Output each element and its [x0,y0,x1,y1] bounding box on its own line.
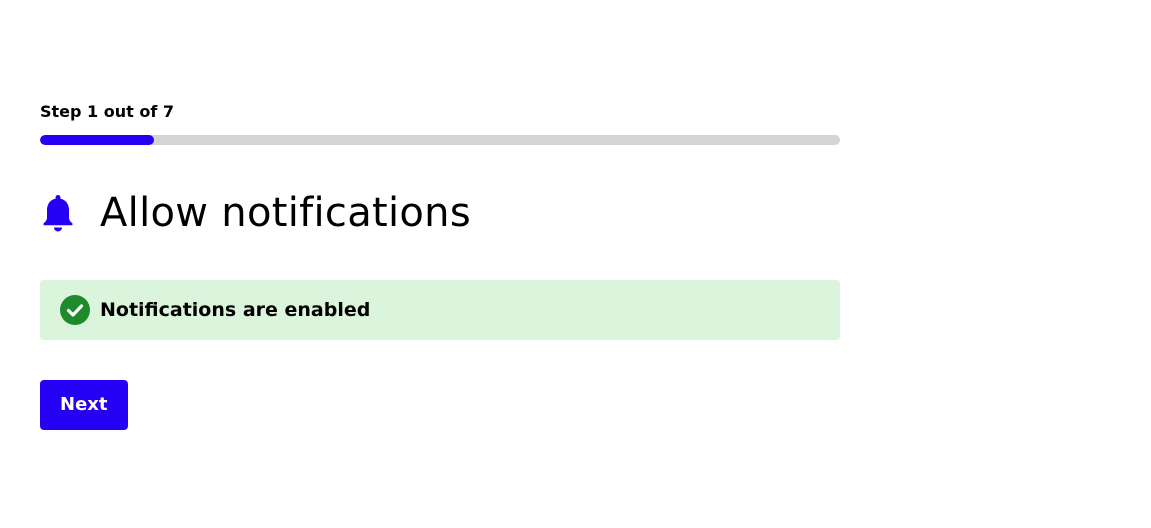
alert-message: Notifications are enabled [100,299,371,321]
progress-bar [40,135,840,145]
step-indicator: Step 1 out of 7 [40,102,175,121]
success-alert: Notifications are enabled [40,280,840,340]
progress-bar-fill [40,135,155,145]
page-title: Allow notifications [100,190,471,236]
next-button[interactable]: Next [40,380,128,430]
bell-icon [40,191,84,235]
check-circle-icon [60,295,90,325]
page-header: Allow notifications [40,188,840,238]
onboarding-wizard: Step 1 out of 7 Allow notifications Noti… [40,100,840,430]
